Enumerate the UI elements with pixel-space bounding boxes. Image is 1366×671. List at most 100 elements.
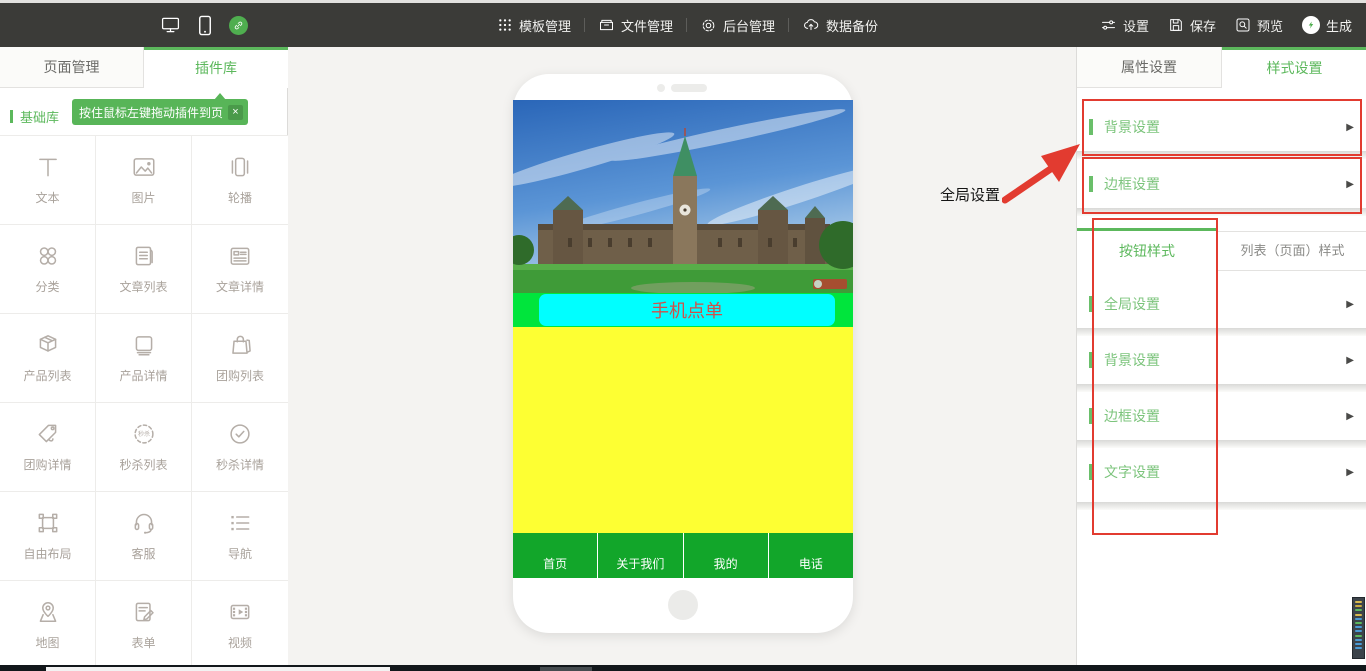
phone-bottom-nav: 首页 关于我们 我的 电话 — [513, 533, 853, 578]
subtab-button-style[interactable]: 按钮样式 — [1077, 228, 1217, 272]
menu-separator — [584, 18, 585, 32]
minimap-widget[interactable] — [1352, 597, 1365, 659]
plugin-item-groupbuy-list[interactable]: 团购列表 — [192, 314, 288, 403]
tooltip-close-icon[interactable]: × — [228, 105, 243, 120]
plugin-item-video[interactable]: 视频 — [192, 581, 288, 670]
menu-template-manage[interactable]: 模板管理 — [497, 16, 571, 35]
tab-page-manage[interactable]: 页面管理 — [0, 47, 144, 88]
row-divider — [1077, 440, 1366, 448]
tab-style-settings[interactable]: 样式设置 — [1222, 47, 1366, 88]
row-background-settings[interactable]: 背景设置 ▶ — [1077, 103, 1366, 151]
article-list-icon — [131, 243, 157, 269]
svg-text:秒杀: 秒杀 — [137, 430, 149, 438]
phone-screen[interactable]: 手机点单 首页 关于我们 我的 电话 — [513, 100, 853, 578]
taskbar-edge — [0, 665, 1366, 671]
menu-file-manage[interactable]: 文件管理 — [598, 16, 673, 35]
plugin-item-category[interactable]: 分类 — [0, 225, 96, 314]
plugin-item-article-detail[interactable]: 文章详情 — [192, 225, 288, 314]
menu-backend-manage[interactable]: 后台管理 — [700, 16, 775, 35]
link-preview-icon[interactable] — [229, 16, 248, 35]
sliders-icon — [1100, 17, 1117, 33]
page-body-block[interactable] — [513, 327, 853, 533]
nav-item-mine[interactable]: 我的 — [683, 533, 768, 578]
plugin-item-customer-service[interactable]: 客服 — [96, 492, 192, 581]
nav-item-phone[interactable]: 电话 — [768, 533, 853, 578]
top-toolbar: 模板管理 文件管理 后台管理 数据备份 设置 — [0, 3, 1366, 47]
gear-icon — [700, 17, 717, 34]
plugin-item-form[interactable]: 表单 — [96, 581, 192, 670]
annotation-global-settings: 全局设置 — [940, 184, 1000, 205]
cloud-upload-icon — [802, 17, 820, 33]
menu-label: 模板管理 — [519, 16, 571, 35]
row-marker — [1089, 119, 1093, 135]
plugin-item-product-list[interactable]: 产品列表 — [0, 314, 96, 403]
device-preview-toggles — [160, 3, 248, 47]
nav-item-home[interactable]: 首页 — [513, 533, 597, 578]
home-button[interactable] — [668, 590, 698, 620]
row-marker — [1089, 176, 1093, 192]
speaker-pill — [671, 84, 707, 92]
toolbar-actions: 设置 保存 预览 生成 — [1100, 3, 1352, 47]
magnifier-icon — [1235, 17, 1251, 33]
row-divider — [1077, 328, 1366, 336]
row-marker — [1089, 296, 1093, 312]
generate-button[interactable]: 生成 — [1302, 16, 1352, 35]
article-detail-icon — [227, 243, 253, 269]
section-marker — [10, 110, 13, 123]
plugin-item-seckill-list[interactable]: 秒杀 秒杀列表 — [96, 403, 192, 492]
plugin-item-navigation[interactable]: 导航 — [192, 492, 288, 581]
phone-preview: 手机点单 首页 关于我们 我的 电话 — [513, 74, 853, 633]
row-marker — [1089, 408, 1093, 424]
generate-icon — [1302, 16, 1320, 34]
plugin-item-article-list[interactable]: 文章列表 — [96, 225, 192, 314]
chevron-right-icon: ▶ — [1346, 299, 1354, 310]
plugin-item-text[interactable]: 文本 — [0, 136, 96, 225]
chevron-right-icon: ▶ — [1346, 411, 1354, 422]
menu-separator — [788, 18, 789, 32]
carousel-icon — [227, 154, 253, 180]
nav-item-about[interactable]: 关于我们 — [597, 533, 682, 578]
menu-data-backup[interactable]: 数据备份 — [802, 16, 878, 35]
plugin-item-free-layout[interactable]: 自由布局 — [0, 492, 96, 581]
image-icon — [131, 154, 157, 180]
grid-icon — [497, 17, 513, 33]
plugin-item-seckill-detail[interactable]: 秒杀详情 — [192, 403, 288, 492]
plugin-item-product-detail[interactable]: 产品详情 — [96, 314, 192, 403]
plugin-item-carousel[interactable]: 轮播 — [192, 136, 288, 225]
title-strip[interactable]: 手机点单 — [513, 293, 853, 327]
tab-plugin-library[interactable]: 插件库 — [144, 47, 288, 88]
mobile-preview-icon[interactable] — [198, 15, 212, 36]
page-builder-app: 模板管理 文件管理 后台管理 数据备份 设置 — [0, 0, 1366, 671]
settings-button[interactable]: 设置 — [1100, 16, 1149, 35]
save-button[interactable]: 保存 — [1168, 16, 1216, 35]
desktop-preview-icon[interactable] — [160, 15, 181, 35]
row-divider — [1077, 384, 1366, 392]
action-label: 设置 — [1123, 16, 1149, 35]
row-divider — [1077, 151, 1366, 159]
row-global-settings[interactable]: 全局设置 ▶ — [1077, 280, 1366, 328]
plugin-item-map[interactable]: 地图 — [0, 581, 96, 670]
row-button-background-settings[interactable]: 背景设置 ▶ — [1077, 336, 1366, 384]
order-title-button[interactable]: 手机点单 — [539, 294, 835, 326]
chevron-right-icon: ▶ — [1346, 467, 1354, 478]
preview-button[interactable]: 预览 — [1235, 16, 1283, 35]
plugin-item-image[interactable]: 图片 — [96, 136, 192, 225]
plugin-library-panel: 页面管理 插件库 基础库 按住鼠标左键拖动插件到页 × 文本 图片 轮播 — [0, 47, 288, 665]
row-divider — [1077, 208, 1366, 216]
product-detail-icon — [131, 332, 157, 358]
freelayout-icon — [35, 510, 61, 536]
row-border-settings[interactable]: 边框设置 ▶ — [1077, 160, 1366, 208]
plugin-grid: 文本 图片 轮播 分类 文章列表 文章详情 — [0, 135, 288, 670]
row-button-border-settings[interactable]: 边框设置 ▶ — [1077, 392, 1366, 440]
plugin-item-groupbuy-detail[interactable]: 团购详情 — [0, 403, 96, 492]
row-marker — [1089, 464, 1093, 480]
groupbuy-detail-icon — [35, 421, 61, 447]
row-text-settings[interactable]: 文字设置 ▶ — [1077, 448, 1366, 496]
row-divider — [1077, 502, 1366, 510]
chevron-right-icon: ▶ — [1346, 122, 1354, 133]
customer-service-icon — [131, 510, 157, 536]
tab-attribute-settings[interactable]: 属性设置 — [1077, 47, 1222, 88]
header-photo[interactable] — [513, 100, 853, 293]
subtab-list-page-style[interactable]: 列表（页面）样式 — [1217, 231, 1366, 271]
tooltip-text: 按住鼠标左键拖动插件到页 — [79, 104, 223, 121]
